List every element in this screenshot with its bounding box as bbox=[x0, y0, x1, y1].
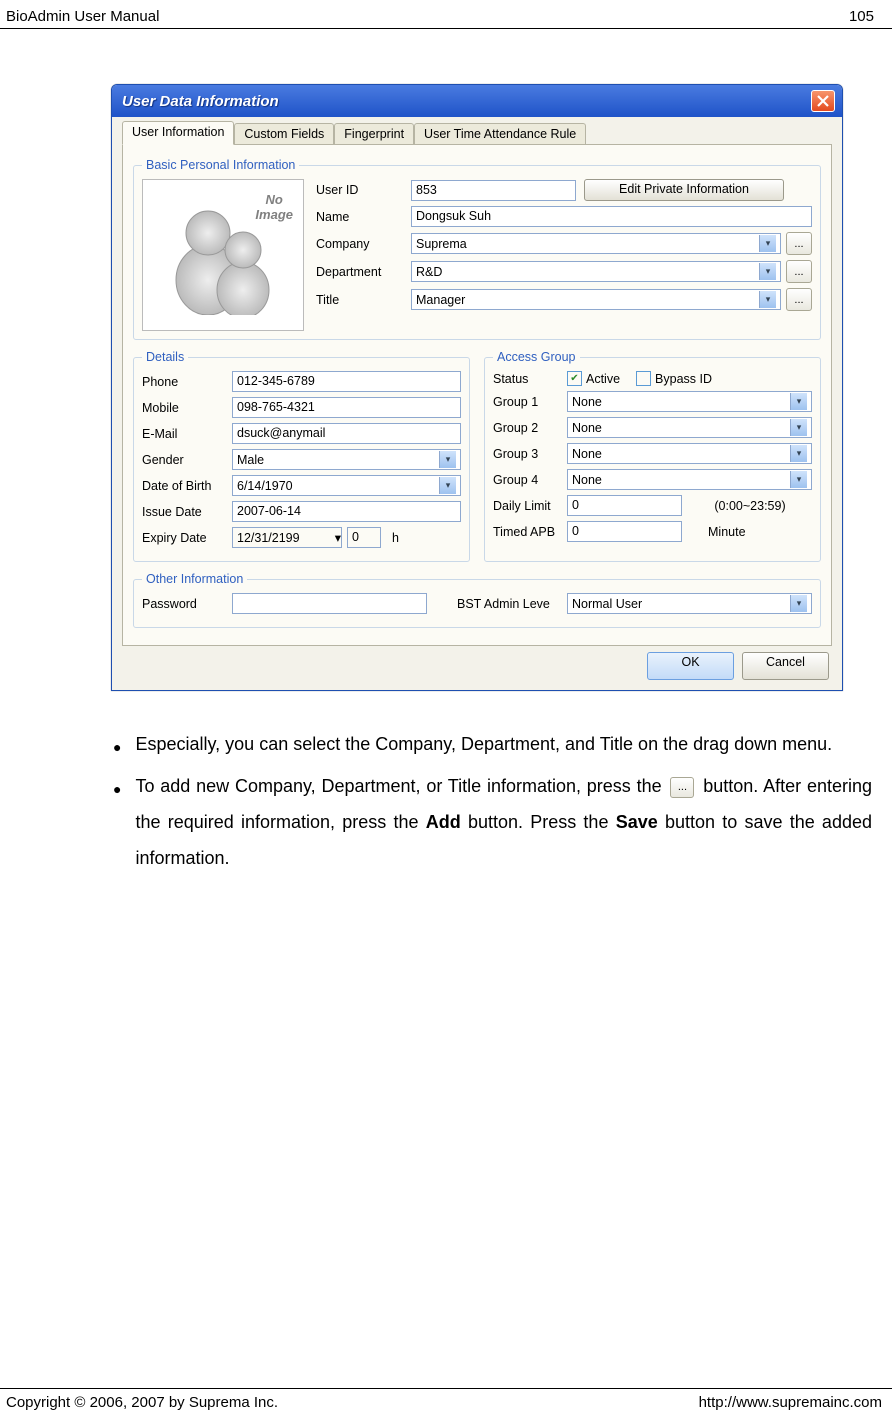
close-button[interactable] bbox=[811, 90, 835, 112]
chevron-down-icon: ▾ bbox=[439, 477, 456, 494]
password-input[interactable] bbox=[232, 593, 427, 614]
company-combo[interactable]: Suprema▾ bbox=[411, 233, 781, 254]
details-group: Details Phone012-345-6789 Mobile098-765-… bbox=[133, 350, 470, 562]
bullet-icon: ● bbox=[113, 733, 121, 762]
chevron-down-icon: ▾ bbox=[759, 235, 776, 252]
mobile-input[interactable]: 098-765-4321 bbox=[232, 397, 461, 418]
tab-time-attendance[interactable]: User Time Attendance Rule bbox=[414, 123, 586, 144]
active-checkbox[interactable] bbox=[567, 371, 582, 386]
edit-private-info-button[interactable]: Edit Private Information bbox=[584, 179, 784, 201]
tab-custom-fields[interactable]: Custom Fields bbox=[234, 123, 334, 144]
daily-limit-input[interactable]: 0 bbox=[567, 495, 682, 516]
chevron-down-icon: ▾ bbox=[790, 393, 807, 410]
bullet-2-text: To add new Company, Department, or Title… bbox=[135, 768, 872, 876]
chevron-down-icon: ▾ bbox=[790, 595, 807, 612]
details-legend: Details bbox=[142, 350, 188, 364]
chevron-down-icon: ▾ bbox=[759, 291, 776, 308]
cancel-button[interactable]: Cancel bbox=[742, 652, 829, 680]
page-number: 105 bbox=[849, 8, 874, 25]
title-more-button[interactable]: ... bbox=[786, 288, 812, 311]
phone-label: Phone bbox=[142, 375, 232, 389]
group1-combo[interactable]: None▾ bbox=[567, 391, 812, 412]
user-data-dialog: User Data Information User Information C… bbox=[111, 84, 843, 691]
apb-unit: Minute bbox=[688, 525, 812, 539]
expiry-label: Expiry Date bbox=[142, 531, 232, 545]
userid-label: User ID bbox=[316, 183, 411, 197]
other-legend: Other Information bbox=[142, 572, 247, 586]
no-image-label: NoImage bbox=[255, 192, 293, 222]
titlebar: User Data Information bbox=[112, 85, 842, 117]
chevron-down-icon: ▾ bbox=[790, 445, 807, 462]
email-input[interactable]: dsuck@anymail bbox=[232, 423, 461, 444]
active-label: Active bbox=[586, 372, 620, 386]
timed-apb-input[interactable]: 0 bbox=[567, 521, 682, 542]
status-label: Status bbox=[493, 372, 567, 386]
chevron-down-icon: ▾ bbox=[790, 419, 807, 436]
bullet-1-text: Especially, you can select the Company, … bbox=[135, 726, 832, 762]
header-title: BioAdmin User Manual bbox=[6, 8, 159, 25]
chevron-down-icon: ▾ bbox=[439, 451, 456, 468]
timed-apb-label: Timed APB bbox=[493, 525, 567, 539]
group3-label: Group 3 bbox=[493, 447, 567, 461]
chevron-down-icon: ▾ bbox=[790, 471, 807, 488]
phone-input[interactable]: 012-345-6789 bbox=[232, 371, 461, 392]
department-more-button[interactable]: ... bbox=[786, 260, 812, 283]
access-legend: Access Group bbox=[493, 350, 580, 364]
group4-label: Group 4 bbox=[493, 473, 567, 487]
group4-combo[interactable]: None▾ bbox=[567, 469, 812, 490]
page-footer: Copyright © 2006, 2007 by Suprema Inc. h… bbox=[0, 1388, 892, 1416]
chevron-down-icon: ▾ bbox=[335, 530, 341, 545]
password-label: Password bbox=[142, 597, 232, 611]
group2-label: Group 2 bbox=[493, 421, 567, 435]
basic-legend: Basic Personal Information bbox=[142, 158, 299, 172]
basic-personal-info-group: Basic Personal Information NoImage bbox=[133, 158, 821, 340]
dob-label: Date of Birth bbox=[142, 479, 232, 493]
department-combo[interactable]: R&D▾ bbox=[411, 261, 781, 282]
bypass-label: Bypass ID bbox=[655, 372, 712, 386]
other-info-group: Other Information Password BST Admin Lev… bbox=[133, 572, 821, 628]
name-input[interactable]: Dongsuk Suh bbox=[411, 206, 812, 227]
tab-panel-user-info: Basic Personal Information NoImage bbox=[122, 145, 832, 646]
group2-combo[interactable]: None▾ bbox=[567, 417, 812, 438]
gender-combo[interactable]: Male▾ bbox=[232, 449, 461, 470]
company-more-button[interactable]: ... bbox=[786, 232, 812, 255]
email-label: E-Mail bbox=[142, 427, 232, 441]
mobile-label: Mobile bbox=[142, 401, 232, 415]
company-label: Company bbox=[316, 237, 411, 251]
tab-user-information[interactable]: User Information bbox=[122, 121, 234, 145]
bullet-icon: ● bbox=[113, 775, 121, 876]
bst-level-label: BST Admin Leve bbox=[457, 597, 567, 611]
name-label: Name bbox=[316, 210, 411, 224]
ellipsis-button-icon: ... bbox=[670, 777, 694, 798]
title-combo[interactable]: Manager▾ bbox=[411, 289, 781, 310]
department-label: Department bbox=[316, 265, 411, 279]
bypass-checkbox[interactable] bbox=[636, 371, 651, 386]
expiry-combo[interactable]: 12/31/2199▾ bbox=[232, 527, 342, 548]
page-header: BioAdmin User Manual 105 bbox=[0, 0, 892, 29]
dob-combo[interactable]: 6/14/1970▾ bbox=[232, 475, 461, 496]
bst-level-combo[interactable]: Normal User▾ bbox=[567, 593, 812, 614]
close-icon bbox=[817, 95, 829, 107]
userid-input[interactable]: 853 bbox=[411, 180, 576, 201]
daily-limit-label: Daily Limit bbox=[493, 499, 567, 513]
gender-label: Gender bbox=[142, 453, 232, 467]
daily-hint: (0:00~23:59) bbox=[688, 499, 812, 513]
ok-button[interactable]: OK bbox=[647, 652, 734, 680]
expiry-h-label: h bbox=[392, 531, 399, 545]
title-label: Title bbox=[316, 293, 411, 307]
tabs: User Information Custom Fields Fingerpri… bbox=[122, 120, 832, 145]
issue-input[interactable]: 2007-06-14 bbox=[232, 501, 461, 522]
group1-label: Group 1 bbox=[493, 395, 567, 409]
footer-copyright: Copyright © 2006, 2007 by Suprema Inc. bbox=[6, 1394, 278, 1411]
footer-url: http://www.supremainc.com bbox=[699, 1394, 882, 1411]
group3-combo[interactable]: None▾ bbox=[567, 443, 812, 464]
tab-fingerprint[interactable]: Fingerprint bbox=[334, 123, 414, 144]
user-photo[interactable]: NoImage bbox=[142, 179, 304, 331]
dialog-title: User Data Information bbox=[122, 93, 279, 110]
body-text: ● Especially, you can select the Company… bbox=[113, 726, 872, 876]
issue-label: Issue Date bbox=[142, 505, 232, 519]
access-group-group: Access Group Status Active Bypass ID Gro… bbox=[484, 350, 821, 562]
expiry-hours-input[interactable]: 0 bbox=[347, 527, 381, 548]
chevron-down-icon: ▾ bbox=[759, 263, 776, 280]
